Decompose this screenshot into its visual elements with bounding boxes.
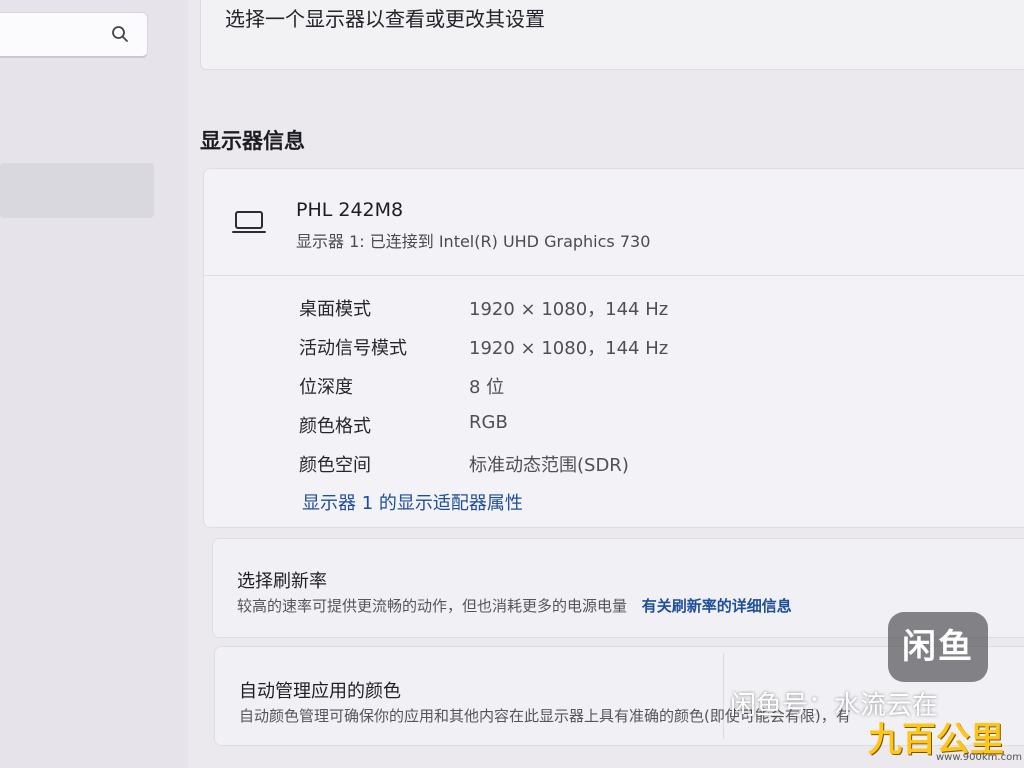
refresh-rate-info-link[interactable]: 有关刷新率的详细信息 [642, 597, 792, 615]
monitor-connection: 显示器 1: 已连接到 Intel(R) UHD Graphics 730 [296, 232, 651, 251]
display-info-card: PHL 242M8 显示器 1: 已连接到 Intel(R) UHD Graph… [203, 168, 1024, 528]
info-row-value: 8 位 [469, 377, 505, 398]
monitor-name: PHL 242M8 [296, 199, 404, 221]
refresh-rate-description: 较高的速率可提供更流畅的动作，但也消耗更多的电源电量 [237, 597, 628, 615]
info-row-label: 活动信号模式 [299, 338, 407, 359]
adapter-properties-link[interactable]: 显示器 1 的显示适配器属性 [302, 489, 523, 515]
info-row-label: 位深度 [299, 377, 353, 398]
select-display-card[interactable]: 选择一个显示器以查看或更改其设置 [200, 0, 1024, 70]
corner-watermark-url: www.900km.com [936, 752, 1022, 763]
auto-color-title: 自动管理应用的颜色 [239, 681, 401, 702]
info-row-value: 1920 × 1080，144 Hz [469, 338, 669, 359]
card-divider [723, 653, 724, 739]
info-row-label: 桌面模式 [299, 299, 371, 320]
refresh-rate-description-line: 较高的速率可提供更流畅的动作，但也消耗更多的电源电量 有关刷新率的详细信息 [237, 595, 792, 616]
nav-item-selected[interactable] [0, 163, 154, 218]
search-input[interactable] [0, 12, 148, 58]
info-row-value: RGB [469, 412, 508, 433]
xianyu-watermark-logo: 闲鱼 [888, 612, 988, 682]
info-row-label: 颜色空间 [299, 455, 371, 476]
navigation-pane [0, 0, 188, 768]
info-row-value: 标准动态范围(SDR) [469, 455, 629, 476]
select-display-text: 选择一个显示器以查看或更改其设置 [225, 7, 545, 31]
info-row-label: 颜色格式 [299, 416, 371, 437]
laptop-icon [232, 211, 266, 233]
info-row-value: 1920 × 1080，144 Hz [469, 299, 669, 320]
search-icon [112, 26, 128, 42]
display-info-header: PHL 242M8 显示器 1: 已连接到 Intel(R) UHD Graph… [204, 169, 1024, 276]
section-title: 显示器信息 [200, 129, 305, 153]
refresh-rate-title: 选择刷新率 [237, 571, 327, 592]
